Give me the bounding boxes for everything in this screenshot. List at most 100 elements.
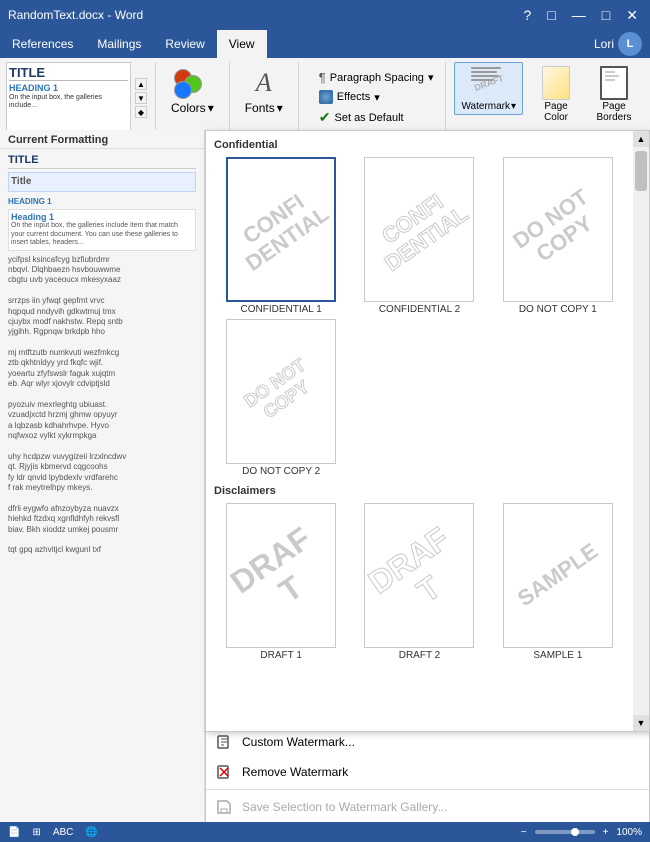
- minimize-icon[interactable]: —: [568, 7, 590, 24]
- wm-text-sample1: SAMPLE: [508, 534, 608, 618]
- status-left: 📄 ⊞ ABC 🌐: [8, 827, 98, 838]
- page-borders-icon: [596, 65, 632, 101]
- colors-button[interactable]: Colors ▾: [164, 62, 221, 118]
- watermark-icon: DRAFT: [471, 65, 507, 101]
- page-color-group: PageColor: [531, 62, 581, 134]
- user-avatar: L: [618, 32, 642, 56]
- wm-text-draft2: DRAFT: [364, 512, 474, 638]
- wm-text-conf1: CONFIDENTIAL: [226, 177, 336, 282]
- watermark-big-icon: DRAFT: [471, 63, 507, 103]
- panel-scrollbar[interactable]: ▲ ▼: [633, 131, 649, 731]
- confidential-section-title: Confidential: [210, 135, 629, 153]
- wm-thumb-draft2: DRAFT: [364, 503, 474, 648]
- colors-group: Colors ▾: [164, 62, 230, 134]
- user-area: Lori L: [594, 30, 650, 58]
- scroll-up-btn[interactable]: ▲: [633, 131, 649, 147]
- styles-scroll-up[interactable]: ▲: [135, 78, 147, 90]
- wm-label-draft1: DRAFT 1: [260, 650, 302, 661]
- status-right: − + 100%: [521, 827, 642, 838]
- tab-references[interactable]: References: [0, 30, 85, 58]
- watermark-item-dnc1[interactable]: DO NOTCOPY DO NOT COPY 1: [491, 157, 625, 315]
- watermark-item-conf1[interactable]: CONFIDENTIAL CONFIDENTIAL 1: [214, 157, 348, 315]
- tab-view[interactable]: View: [217, 30, 267, 58]
- scroll-track: [633, 147, 649, 715]
- pb-line1: [605, 71, 615, 73]
- sidebar-title-preview: Title: [8, 172, 196, 192]
- fonts-btn-label: Fonts ▾: [245, 101, 283, 115]
- wm-label-draft2: DRAFT 2: [399, 650, 441, 661]
- paragraph-group: ¶ Paragraph Spacing ▾ Effects ▾ ✔ Set as…: [307, 62, 447, 134]
- colors-dropdown-arrow: ▾: [208, 101, 214, 115]
- watermark-item-draft2[interactable]: DRAFT DRAFT 2: [352, 503, 486, 661]
- pb-line2: [605, 75, 619, 77]
- effects-arrow: ▾: [374, 91, 380, 104]
- doc-sidebar-content: TITLE Title HEADING 1 Heading 1 On the i…: [0, 149, 204, 560]
- panel-inner: Confidential CONFIDENTIAL CONFIDENTIAL 1…: [206, 131, 649, 731]
- page-borders-group: PageBorders: [589, 62, 639, 134]
- user-name: Lori: [594, 37, 614, 51]
- fonts-button[interactable]: A Fonts ▾: [238, 62, 290, 118]
- title-bar-text: RandomText.docx - Word: [8, 8, 143, 22]
- menu-separator-2: [206, 789, 649, 790]
- wm-thumb-sample1: SAMPLE: [503, 503, 613, 648]
- page-color-icon: [538, 65, 574, 101]
- zoom-slider[interactable]: [535, 830, 595, 834]
- colors-icon: [174, 65, 210, 101]
- sidebar-heading1-label: HEADING 1: [8, 196, 196, 207]
- page-borders-button[interactable]: PageBorders: [589, 62, 639, 126]
- effects-button[interactable]: Effects ▾: [315, 89, 438, 105]
- language-icon: 🌐: [85, 827, 97, 838]
- wm-text-dnc2: DO NOTCOPY: [236, 350, 327, 434]
- styles-more[interactable]: ◆: [135, 106, 147, 118]
- watermark-item-dnc2[interactable]: DO NOTCOPY DO NOT COPY 2: [214, 319, 348, 477]
- restore-icon[interactable]: □: [543, 7, 559, 24]
- scroll-thumb[interactable]: [635, 151, 647, 191]
- tab-review[interactable]: Review: [153, 30, 216, 58]
- sidebar-title-style: TITLE: [8, 153, 196, 169]
- wm-text-conf2: CONFIDENTIAL: [364, 177, 474, 282]
- help-icon[interactable]: ?: [520, 7, 536, 24]
- page-icon: 📄: [8, 827, 20, 838]
- wm-thumb-draft1: DRAFT: [226, 503, 336, 648]
- watermark-button[interactable]: DRAFT Watermark ▾: [454, 62, 523, 115]
- maximize-icon[interactable]: □: [598, 7, 614, 24]
- zoom-level: 100%: [616, 827, 642, 838]
- spelling-icon: ABC: [53, 827, 74, 838]
- ribbon: References Mailings Review View Lori L T…: [0, 30, 650, 139]
- wm-label-conf2: CONFIDENTIAL 2: [379, 304, 460, 315]
- checkmark-icon: ✔: [319, 109, 331, 126]
- page-color-button[interactable]: PageColor: [531, 62, 581, 126]
- watermark-group: DRAFT Watermark ▾: [454, 62, 523, 134]
- sidebar-title-text: Title: [11, 176, 31, 187]
- save-selection-label: Save Selection to Watermark Gallery...: [242, 800, 447, 814]
- paragraph-spacing-button[interactable]: ¶ Paragraph Spacing ▾: [315, 69, 438, 86]
- styles-scroll-down[interactable]: ▼: [135, 92, 147, 104]
- doc-sidebar-title: Current Formatting: [0, 130, 204, 149]
- sidebar-heading1-preview: Heading 1 On the input box, the gallerie…: [8, 209, 196, 251]
- page-color-preview: [542, 66, 570, 100]
- fonts-icon: A: [246, 65, 282, 101]
- disclaimers-section-title: Disclaimers: [210, 481, 629, 499]
- confidential-grid: CONFIDENTIAL CONFIDENTIAL 1 CONFIDENTIAL…: [210, 153, 629, 481]
- doc-body-text: ycifpsl ksincafcyg bzfiubrdmr nbqvl. Dlq…: [8, 255, 196, 556]
- zoom-thumb: [571, 828, 579, 836]
- effects-icon: [319, 90, 333, 104]
- tab-mailings[interactable]: Mailings: [85, 30, 153, 58]
- wm-thumb-conf2: CONFIDENTIAL: [364, 157, 474, 302]
- remove-watermark-item[interactable]: Remove Watermark: [206, 757, 649, 787]
- scroll-down-btn[interactable]: ▼: [633, 715, 649, 731]
- watermark-item-sample1[interactable]: SAMPLE SAMPLE 1: [491, 503, 625, 661]
- watermark-item-conf2[interactable]: CONFIDENTIAL CONFIDENTIAL 2: [352, 157, 486, 315]
- fonts-group: A Fonts ▾: [238, 62, 299, 134]
- set-as-default-button[interactable]: ✔ Set as Default: [315, 108, 438, 127]
- custom-watermark-label: Custom Watermark...: [242, 735, 355, 749]
- wm-text-dnc1: DO NOTCOPY: [503, 180, 612, 280]
- custom-watermark-icon: [214, 732, 234, 752]
- zoom-in-btn[interactable]: +: [603, 827, 609, 838]
- zoom-out-btn[interactable]: −: [521, 827, 527, 838]
- close-icon[interactable]: ✕: [622, 7, 642, 24]
- colors-btn-label: Colors ▾: [171, 101, 214, 115]
- doc-sidebar: Current Formatting TITLE Title HEADING 1…: [0, 130, 205, 822]
- remove-watermark-label: Remove Watermark: [242, 765, 348, 779]
- watermark-item-draft1[interactable]: DRAFT DRAFT 1: [214, 503, 348, 661]
